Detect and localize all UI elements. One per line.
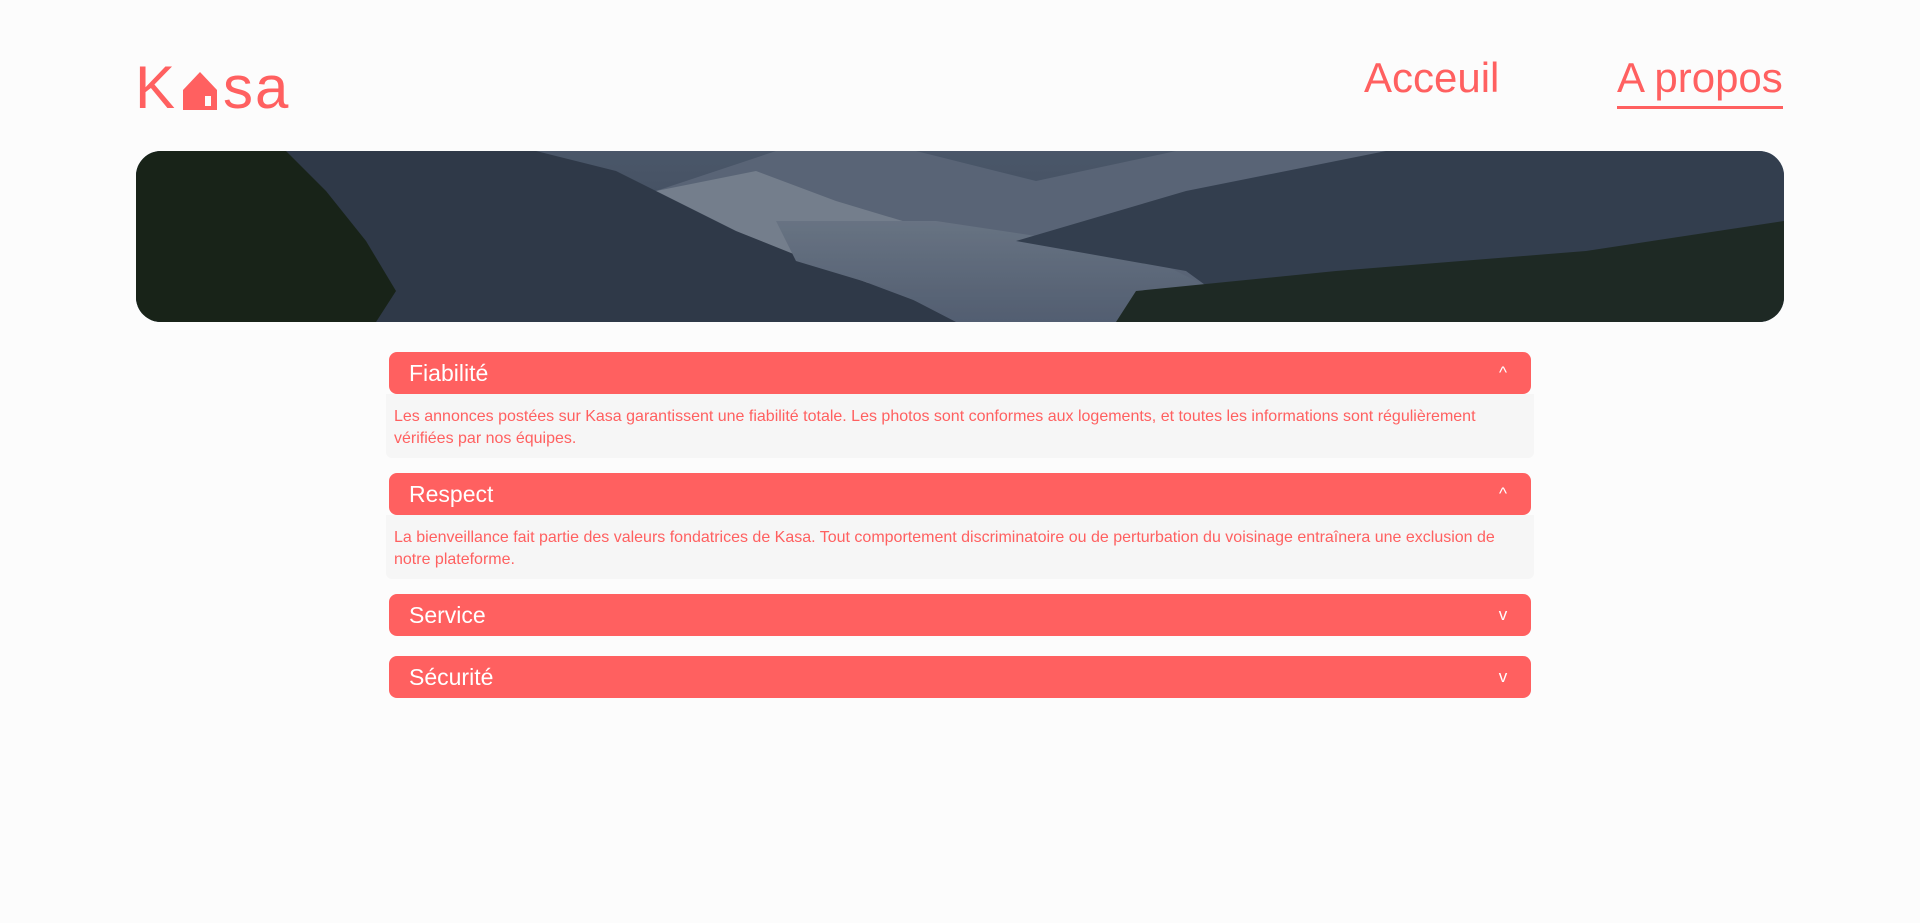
accordion-title: Respect bbox=[409, 480, 494, 507]
kasa-logo[interactable]: K sa bbox=[135, 54, 291, 121]
nav-link-home[interactable]: Acceuil bbox=[1364, 52, 1499, 104]
about-banner-image bbox=[136, 151, 1784, 322]
accordion-title: Sécurité bbox=[409, 663, 494, 690]
logo-text-end: sa bbox=[223, 54, 291, 121]
accordion-text: La bienveillance fait partie des valeurs… bbox=[394, 529, 1495, 568]
site-header: K sa Acceuil A propos bbox=[0, 0, 1920, 150]
accordion-header-service[interactable]: Service v bbox=[389, 594, 1531, 636]
accordion-title: Service bbox=[409, 601, 486, 628]
accordion-header-respect[interactable]: Respect ^ bbox=[389, 473, 1531, 515]
chevron-up-icon: ^ bbox=[1499, 363, 1507, 382]
accordion-title: Fiabilité bbox=[409, 359, 489, 386]
logo-text-start: K bbox=[135, 54, 178, 121]
chevron-up-icon: ^ bbox=[1499, 484, 1507, 503]
chevron-down-icon: v bbox=[1498, 667, 1508, 686]
nav-link-about[interactable]: A propos bbox=[1617, 52, 1783, 109]
accordion-content-fiabilite: Les annonces postées sur Kasa garantisse… bbox=[386, 394, 1534, 458]
accordion-header-securite[interactable]: Sécurité v bbox=[389, 656, 1531, 698]
chevron-down-icon: v bbox=[1498, 605, 1508, 624]
house-icon bbox=[179, 62, 221, 114]
accordion-content-respect: La bienveillance fait partie des valeurs… bbox=[386, 515, 1534, 579]
accordion-text: Les annonces postées sur Kasa garantisse… bbox=[394, 408, 1476, 447]
accordion-header-fiabilite[interactable]: Fiabilité ^ bbox=[389, 352, 1531, 394]
